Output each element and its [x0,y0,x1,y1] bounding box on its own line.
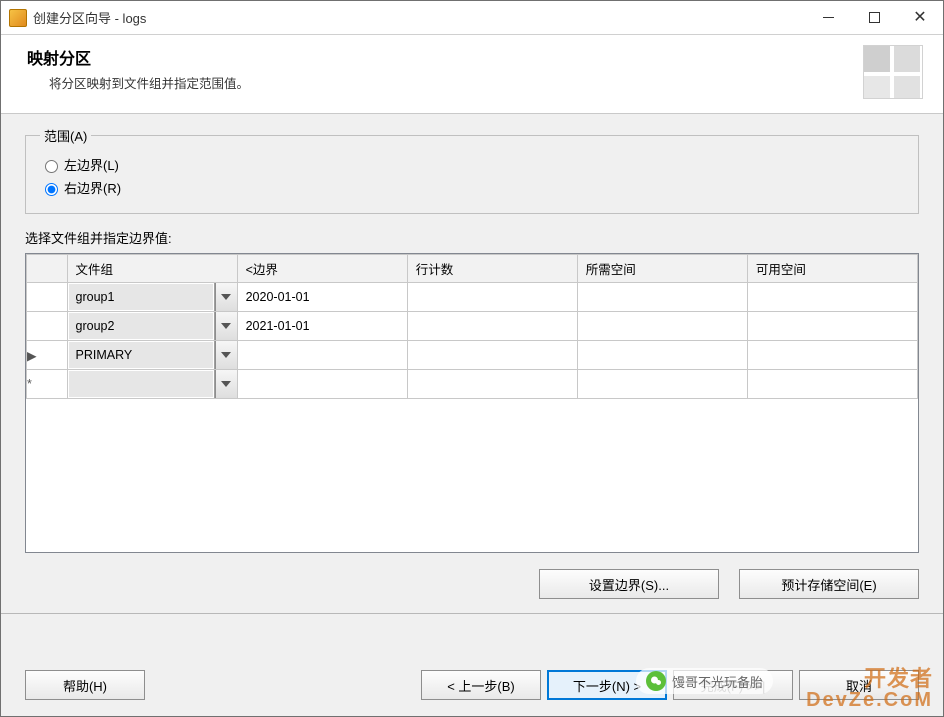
minimize-icon [823,17,834,18]
filegroup-value[interactable]: PRIMARY [68,341,215,369]
row-handle[interactable] [27,312,68,341]
col-header-handle[interactable] [27,255,68,283]
maximize-icon [869,12,880,23]
filegroup-dropdown[interactable] [215,370,237,398]
table-header-row: 文件组 <边界 行计数 所需空间 可用空间 [27,255,918,283]
filegroup-grid[interactable]: 文件组 <边界 行计数 所需空间 可用空间 group12020-01-01gr… [25,253,919,553]
app-icon [9,9,27,27]
col-header-boundary[interactable]: <边界 [237,255,407,283]
boundary-cell[interactable] [237,370,407,399]
filegroup-cell[interactable]: group2 [67,312,237,341]
chevron-down-icon [221,294,231,300]
wizard-footer: 帮助(H) < 上一步(B) 下一步(N) > 完成(F) >>| 取消 [1,658,943,716]
close-button[interactable]: ✕ [897,2,943,34]
filegroup-cell[interactable]: PRIMARY [67,341,237,370]
window-title: 创建分区向导 - logs [33,8,805,27]
footer-divider [1,613,943,614]
available-space-cell [747,283,917,312]
range-left-radio[interactable] [45,160,58,173]
rowcount-cell [407,370,577,399]
grid-action-row: 设置边界(S)... 预计存储空间(E) [25,553,919,613]
set-boundaries-button[interactable]: 设置边界(S)... [539,569,719,599]
wizard-header-text: 映射分区 将分区映射到文件组并指定范围值。 [27,45,851,92]
table-row[interactable]: group1 2020-01-01 [27,283,918,312]
grid-label: 选择文件组并指定边界值: [25,228,919,247]
rowcount-cell [407,341,577,370]
required-space-cell [577,283,747,312]
page-subtitle: 将分区映射到文件组并指定范围值。 [27,73,851,92]
col-header-rowcount[interactable]: 行计数 [407,255,577,283]
col-header-required[interactable]: 所需空间 [577,255,747,283]
row-handle[interactable]: * [27,370,68,399]
partition-cube-icon [863,45,923,99]
minimize-button[interactable] [805,2,851,34]
table-row[interactable]: group2 2021-01-01 [27,312,918,341]
rowcount-cell [407,312,577,341]
range-right-row[interactable]: 右边界(R) [40,178,904,197]
boundary-cell[interactable]: 2021-01-01 [237,312,407,341]
titlebar: 创建分区向导 - logs ✕ [1,1,943,35]
range-legend: 范围(A) [40,126,91,145]
table-row[interactable]: ▶PRIMARY [27,341,918,370]
cancel-button[interactable]: 取消 [799,670,919,700]
filegroup-value[interactable]: group1 [68,283,215,311]
filegroup-dropdown[interactable] [215,312,237,340]
wizard-body: 范围(A) 左边界(L) 右边界(R) 选择文件组并指定边界值: [1,114,943,658]
page-title: 映射分区 [27,45,851,69]
range-left-row[interactable]: 左边界(L) [40,155,904,174]
available-space-cell [747,370,917,399]
filegroup-cell[interactable]: group1 [67,283,237,312]
next-button[interactable]: 下一步(N) > [547,670,667,700]
available-space-cell [747,341,917,370]
finish-button: 完成(F) >>| [673,670,793,700]
boundary-cell[interactable] [237,341,407,370]
chevron-down-icon [221,381,231,387]
range-left-label: 左边界(L) [64,155,119,174]
wizard-window: 创建分区向导 - logs ✕ 映射分区 将分区映射到文件组并指定范围值。 范围… [0,0,944,717]
wizard-header: 映射分区 将分区映射到文件组并指定范围值。 [1,35,943,114]
filegroup-table: 文件组 <边界 行计数 所需空间 可用空间 group12020-01-01gr… [26,254,918,399]
estimate-storage-button[interactable]: 预计存储空间(E) [739,569,919,599]
close-icon: ✕ [913,10,926,26]
available-space-cell [747,312,917,341]
required-space-cell [577,370,747,399]
col-header-available[interactable]: 可用空间 [747,255,917,283]
table-row[interactable]: * [27,370,918,399]
filegroup-value[interactable]: group2 [68,312,215,340]
range-right-label: 右边界(R) [64,178,121,197]
filegroup-value[interactable] [68,370,215,398]
chevron-down-icon [221,323,231,329]
filegroup-cell[interactable] [67,370,237,399]
rowcount-cell [407,283,577,312]
required-space-cell [577,341,747,370]
chevron-down-icon [221,352,231,358]
required-space-cell [577,312,747,341]
range-right-radio[interactable] [45,183,58,196]
range-groupbox: 范围(A) 左边界(L) 右边界(R) [25,126,919,214]
col-header-filegroup[interactable]: 文件组 [67,255,237,283]
filegroup-dropdown[interactable] [215,341,237,369]
help-button[interactable]: 帮助(H) [25,670,145,700]
row-handle[interactable]: ▶ [27,341,68,370]
back-button[interactable]: < 上一步(B) [421,670,541,700]
boundary-cell[interactable]: 2020-01-01 [237,283,407,312]
row-handle[interactable] [27,283,68,312]
filegroup-dropdown[interactable] [215,283,237,311]
maximize-button[interactable] [851,2,897,34]
